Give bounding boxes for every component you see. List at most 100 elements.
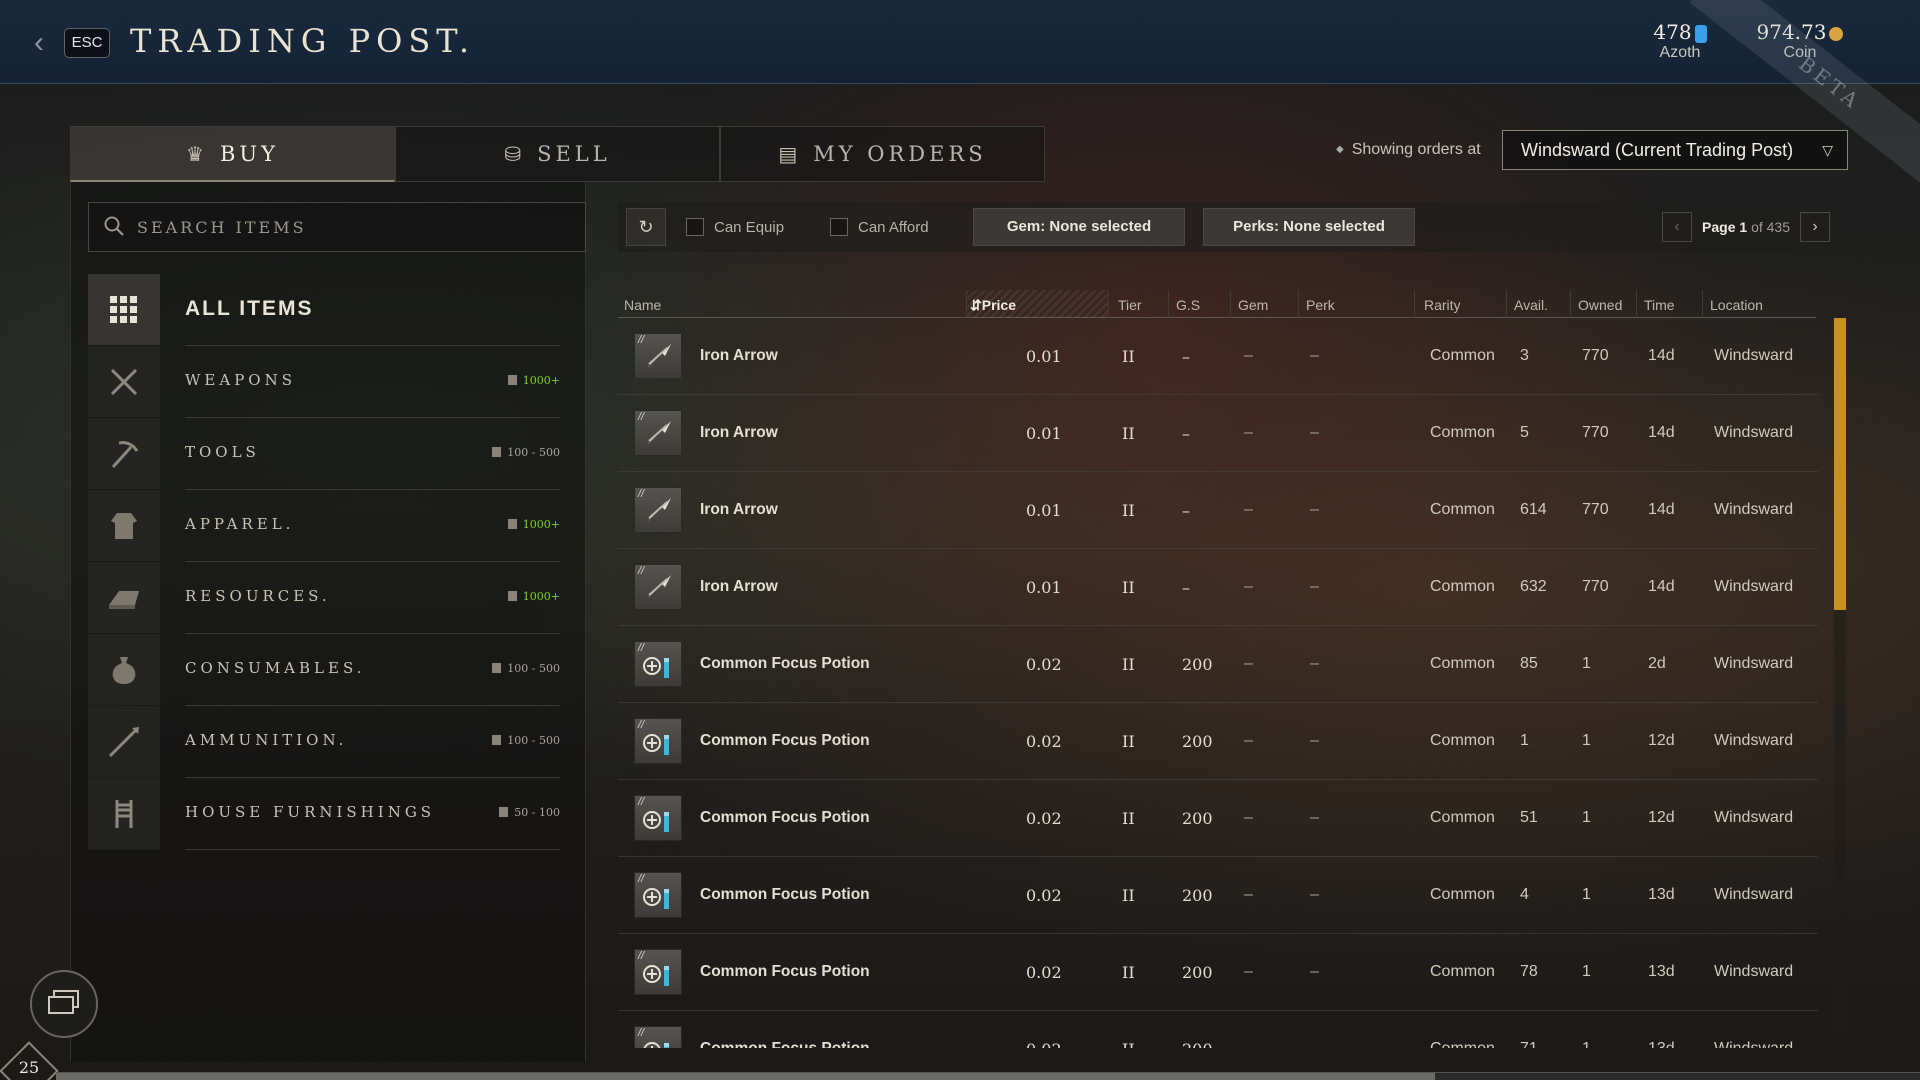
- coins-icon: ⛁: [504, 142, 526, 166]
- category-all-items[interactable]: ALL ITEMS: [88, 274, 586, 346]
- chat-button[interactable]: [30, 970, 98, 1038]
- category-weapons[interactable]: WEAPONS 1000+: [88, 346, 586, 418]
- azoth-counter: 478 Azoth: [1640, 20, 1720, 62]
- cell-price: 0.02: [1026, 963, 1062, 982]
- category-tools[interactable]: TOOLS 100 - 500: [88, 418, 586, 490]
- table-row[interactable]: // Iron Arrow 0.01 II – – – Common 5 770 14d Windsw…: [618, 395, 1818, 472]
- cell-gs: 200: [1182, 1040, 1213, 1048]
- item-name: Common Focus Potion: [700, 809, 870, 826]
- category-count: 100 - 500: [492, 446, 560, 459]
- col-rarity[interactable]: Rarity: [1424, 297, 1461, 313]
- col-owned[interactable]: Owned: [1578, 297, 1622, 313]
- table-row[interactable]: // Common Focus Potion 0.02 II 200 – – Common 51…: [618, 780, 1818, 857]
- prev-page-button[interactable]: ‹: [1662, 212, 1693, 242]
- cell-gem: –: [1244, 963, 1253, 980]
- category-count: 1000+: [507, 518, 560, 531]
- table-row[interactable]: // Iron Arrow 0.01 II – – – Common 3 770 14d Windsw…: [618, 318, 1818, 395]
- cell-owned: 1: [1582, 1040, 1591, 1048]
- showing-orders-text: Showing orders at: [1351, 141, 1481, 158]
- cell-gem: –: [1244, 578, 1253, 595]
- scrollbar-thumb[interactable]: [1834, 318, 1846, 610]
- category-resources[interactable]: RESOURCES. 1000+: [88, 562, 586, 634]
- item-name: Iron Arrow: [700, 501, 778, 518]
- cell-tier: II: [1122, 963, 1135, 982]
- checkbox-box[interactable]: [686, 218, 704, 236]
- table-row[interactable]: // Common Focus Potion 0.02 II 200 – – Common 4 1…: [618, 857, 1818, 934]
- col-gs[interactable]: G.S: [1176, 297, 1200, 313]
- cell-gs: 200: [1182, 809, 1213, 828]
- cell-price: 0.01: [1026, 347, 1062, 366]
- category-house-furnishings[interactable]: HOUSE FURNISHINGS 50 - 100: [88, 778, 586, 850]
- tab-sell[interactable]: ⛁ SELL: [395, 126, 720, 182]
- gem-filter-button[interactable]: Gem: None selected: [973, 208, 1185, 246]
- table-row[interactable]: // Iron Arrow 0.01 II – – – Common 632 770 14d Wind…: [618, 549, 1818, 626]
- search-input[interactable]: [137, 203, 577, 251]
- category-apparel[interactable]: APPAREL. 1000+: [88, 490, 586, 562]
- col-gem[interactable]: Gem: [1238, 297, 1268, 313]
- col-perk[interactable]: Perk: [1306, 297, 1335, 313]
- cell-tier: II: [1122, 655, 1135, 674]
- item-name: Common Focus Potion: [700, 732, 870, 749]
- trade-tabs: ♛ BUY ⛁ SELL ▤ MY ORDERS: [70, 126, 1045, 182]
- location-selected: Windsward (Current Trading Post): [1521, 140, 1794, 160]
- next-page-button[interactable]: ›: [1800, 212, 1830, 242]
- showing-orders-label: ◆ Showing orders at: [1336, 141, 1481, 159]
- scrollbar[interactable]: [1834, 318, 1846, 1048]
- col-avail[interactable]: Avail.: [1514, 297, 1548, 313]
- esc-button[interactable]: ESC: [64, 28, 110, 58]
- potion-icon: //: [634, 795, 682, 841]
- cell-location: Windsward: [1714, 655, 1794, 672]
- table-rows: // Iron Arrow 0.01 II – – – Common 3 770 14d Windsw…: [618, 318, 1818, 1048]
- cell-rarity: Common: [1430, 347, 1495, 364]
- cell-location: Windsward: [1714, 501, 1794, 518]
- top-bar: ‹ ESC TRADING POST. 478 Azoth 974.73 Coi…: [0, 0, 1920, 84]
- table-row[interactable]: // Common Focus Potion 0.02 II 200 – – Common 1 1…: [618, 703, 1818, 780]
- tab-sell-label: SELL: [537, 142, 611, 166]
- location-select[interactable]: Windsward (Current Trading Post) ▽: [1502, 130, 1848, 170]
- can-afford-checkbox[interactable]: Can Afford: [830, 218, 929, 236]
- chevron-right-icon: ›: [1812, 218, 1818, 235]
- cell-price: 0.02: [1026, 655, 1062, 674]
- arrow-icon: //: [634, 487, 682, 533]
- cell-perk: –: [1310, 963, 1319, 980]
- cell-avail: 85: [1520, 655, 1538, 672]
- cell-rarity: Common: [1430, 809, 1495, 826]
- search-box[interactable]: [88, 202, 586, 252]
- refresh-button[interactable]: ↻: [626, 208, 666, 246]
- col-tier[interactable]: Tier: [1118, 297, 1142, 313]
- tab-my-orders[interactable]: ▤ MY ORDERS: [720, 126, 1045, 182]
- tunic-icon: [88, 490, 160, 562]
- cell-avail: 3: [1520, 347, 1529, 364]
- col-price[interactable]: ⇵Price: [970, 297, 1016, 314]
- cell-time: 2d: [1648, 655, 1666, 672]
- potion-icon: //: [634, 872, 682, 918]
- checkbox-box[interactable]: [830, 218, 848, 236]
- cell-price: 0.02: [1026, 732, 1062, 751]
- cell-rarity: Common: [1430, 886, 1495, 903]
- table-row[interactable]: // Common Focus Potion 0.02 II 200 – – Common 71…: [618, 1011, 1818, 1048]
- cell-tier: II: [1122, 501, 1135, 520]
- col-time[interactable]: Time: [1644, 297, 1675, 313]
- perks-filter-button[interactable]: Perks: None selected: [1203, 208, 1415, 246]
- table-row[interactable]: // Common Focus Potion 0.02 II 200 – – Common 78…: [618, 934, 1818, 1011]
- category-consumables[interactable]: CONSUMABLES. 100 - 500: [88, 634, 586, 706]
- table-row[interactable]: // Iron Arrow 0.01 II – – – Common 614 770 14d Wind…: [618, 472, 1818, 549]
- cell-time: 12d: [1648, 809, 1675, 826]
- table-row[interactable]: // Common Focus Potion 0.02 II 200 – – Common 85…: [618, 626, 1818, 703]
- back-chevron-icon[interactable]: ‹: [34, 28, 56, 58]
- item-name: Common Focus Potion: [700, 886, 870, 903]
- cell-avail: 1: [1520, 732, 1529, 749]
- cell-location: Windsward: [1714, 732, 1794, 749]
- can-equip-checkbox[interactable]: Can Equip: [686, 218, 784, 236]
- col-name[interactable]: Name: [624, 297, 661, 313]
- cell-time: 14d: [1648, 347, 1675, 364]
- item-name: Iron Arrow: [700, 347, 778, 364]
- cell-price: 0.02: [1026, 886, 1062, 905]
- category-label: AMMUNITION.: [185, 731, 348, 749]
- tab-buy[interactable]: ♛ BUY: [70, 126, 395, 182]
- cell-rarity: Common: [1430, 501, 1495, 518]
- col-location[interactable]: Location: [1710, 297, 1763, 313]
- category-ammunition[interactable]: AMMUNITION. 100 - 500: [88, 706, 586, 778]
- cell-rarity: Common: [1430, 424, 1495, 441]
- cell-owned: 1: [1582, 655, 1591, 672]
